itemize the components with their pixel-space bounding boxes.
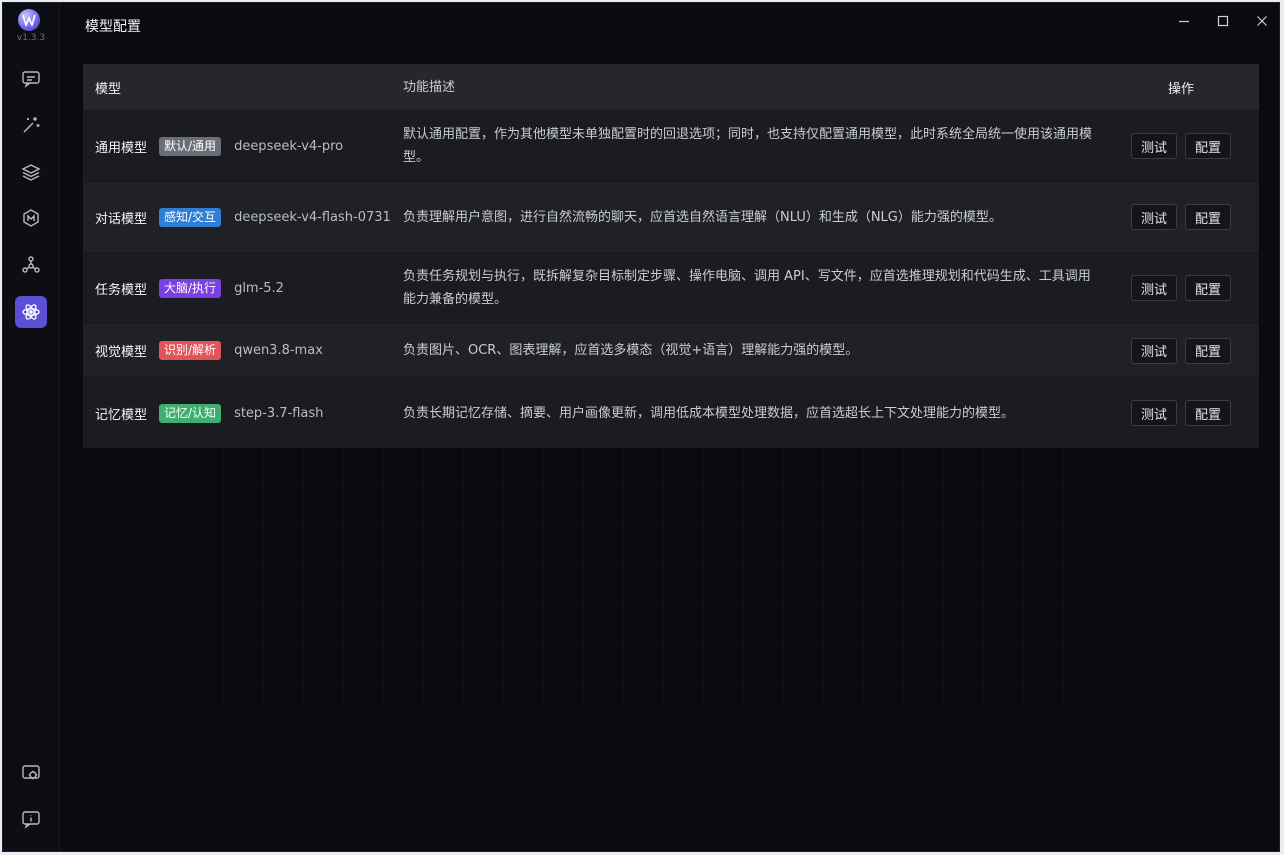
model-description: 负责长期记忆存储、摘要、用户画像更新，调用低成本模型处理数据，应首选超长上下文处… (403, 405, 1015, 421)
model-role-tag: 识别/解析 (159, 341, 222, 360)
model-type-name: 视觉模型 (95, 345, 148, 360)
table-row: 通用模型 默认/通用 deepseek-v4-pro 默认通用配置，作为其他模型… (83, 110, 1259, 181)
config-button[interactable]: 配置 (1185, 204, 1232, 230)
test-button[interactable]: 测试 (1130, 275, 1177, 301)
test-button[interactable]: 测试 (1130, 133, 1177, 159)
magic-wand-icon[interactable] (15, 109, 47, 141)
model-m-icon[interactable] (15, 202, 47, 234)
model-description: 默认通用配置，作为其他模型未单独配置时的回退选项；同时，也支持仅配置通用模型，此… (403, 127, 1093, 165)
background-grid (223, 443, 1103, 703)
actions-cell: 测试 配置 (1103, 337, 1259, 364)
model-role-tag: 大脑/执行 (159, 278, 222, 298)
actions-cell: 测试 配置 (1103, 400, 1259, 426)
model-id: deepseek-v4-pro (234, 138, 344, 154)
model-description: 负责图片、OCR、图表理解，应首选多模态（视觉+语言）理解能力强的模型。 (403, 343, 859, 358)
chat-icon[interactable] (15, 63, 47, 95)
header-actions: 操作 (1167, 81, 1194, 97)
model-cell: 记忆模型 记忆/认知 step-3.7-flash (83, 403, 403, 423)
model-description: 负责任务规划与执行，既拆解复杂目标制定步骤、操作电脑、调用 API、写文件，应首… (403, 269, 1091, 307)
model-id: deepseek-v4-flash-0731 (234, 209, 391, 225)
close-icon[interactable] (1251, 11, 1273, 31)
model-description: 负责理解用户意图，进行自然流畅的聊天，应首选自然语言理解（NLU）和生成（NLG… (403, 209, 1002, 225)
network-icon[interactable] (15, 249, 47, 281)
table-row: 记忆模型 记忆/认知 step-3.7-flash 负责长期记忆存储、摘要、用户… (83, 377, 1259, 448)
app-version: v1.3.3 (16, 33, 46, 43)
config-button[interactable]: 配置 (1185, 275, 1232, 301)
model-type-name: 通用模型 (95, 140, 148, 156)
layers-icon[interactable] (15, 156, 47, 188)
app-logo (18, 9, 40, 31)
header-model: 模型 (95, 81, 122, 97)
page-title: 模型配置 (85, 19, 141, 35)
test-button[interactable]: 测试 (1130, 337, 1177, 364)
about-icon[interactable] (15, 803, 47, 835)
table-header: 模型 功能描述 操作 (83, 64, 1259, 110)
model-role-tag: 记忆/认知 (159, 403, 222, 423)
model-cell: 通用模型 默认/通用 deepseek-v4-pro (83, 136, 403, 156)
test-button[interactable]: 测试 (1130, 204, 1177, 230)
config-button[interactable]: 配置 (1185, 337, 1232, 364)
model-type-name: 记忆模型 (95, 407, 148, 423)
model-type-name: 任务模型 (95, 282, 148, 298)
table-row: 视觉模型 识别/解析 qwen3.8-max 负责图片、OCR、图表理解，应首选… (83, 323, 1259, 377)
model-id: step-3.7-flash (234, 405, 324, 421)
test-button[interactable]: 测试 (1130, 400, 1177, 426)
model-id: glm-5.2 (234, 280, 284, 296)
atom-icon[interactable] (15, 296, 47, 328)
sidebar: v1.3.3 (3, 3, 60, 851)
maximize-icon[interactable] (1212, 11, 1234, 31)
model-cell: 任务模型 大脑/执行 glm-5.2 (83, 278, 403, 298)
model-type-name: 对话模型 (95, 211, 148, 227)
model-table: 模型 功能描述 操作 通用模型 默认/通用 deepseek-v4-pro 默认… (83, 64, 1259, 448)
table-row: 任务模型 大脑/执行 glm-5.2 负责任务规划与执行，既拆解复杂目标制定步骤… (83, 252, 1259, 323)
actions-cell: 测试 配置 (1103, 133, 1259, 159)
minimize-icon[interactable] (1173, 11, 1195, 31)
config-button[interactable]: 配置 (1185, 400, 1232, 426)
table-row: 对话模型 感知/交互 deepseek-v4-flash-0731 负责理解用户… (83, 181, 1259, 252)
actions-cell: 测试 配置 (1103, 275, 1259, 301)
settings-icon[interactable] (15, 757, 47, 789)
header-desc: 功能描述 (403, 79, 456, 95)
config-button[interactable]: 配置 (1185, 133, 1232, 159)
app-window: v1.3.3 模型配置 模型 功能描述 操作 通用模型 默认/通用 deepse… (2, 2, 1280, 852)
model-cell: 视觉模型 识别/解析 qwen3.8-max (83, 341, 403, 360)
model-id: qwen3.8-max (234, 343, 323, 358)
actions-cell: 测试 配置 (1103, 204, 1259, 230)
model-cell: 对话模型 感知/交互 deepseek-v4-flash-0731 (83, 207, 403, 227)
model-role-tag: 默认/通用 (159, 136, 222, 156)
table-body: 通用模型 默认/通用 deepseek-v4-pro 默认通用配置，作为其他模型… (83, 110, 1259, 448)
model-role-tag: 感知/交互 (159, 207, 222, 227)
